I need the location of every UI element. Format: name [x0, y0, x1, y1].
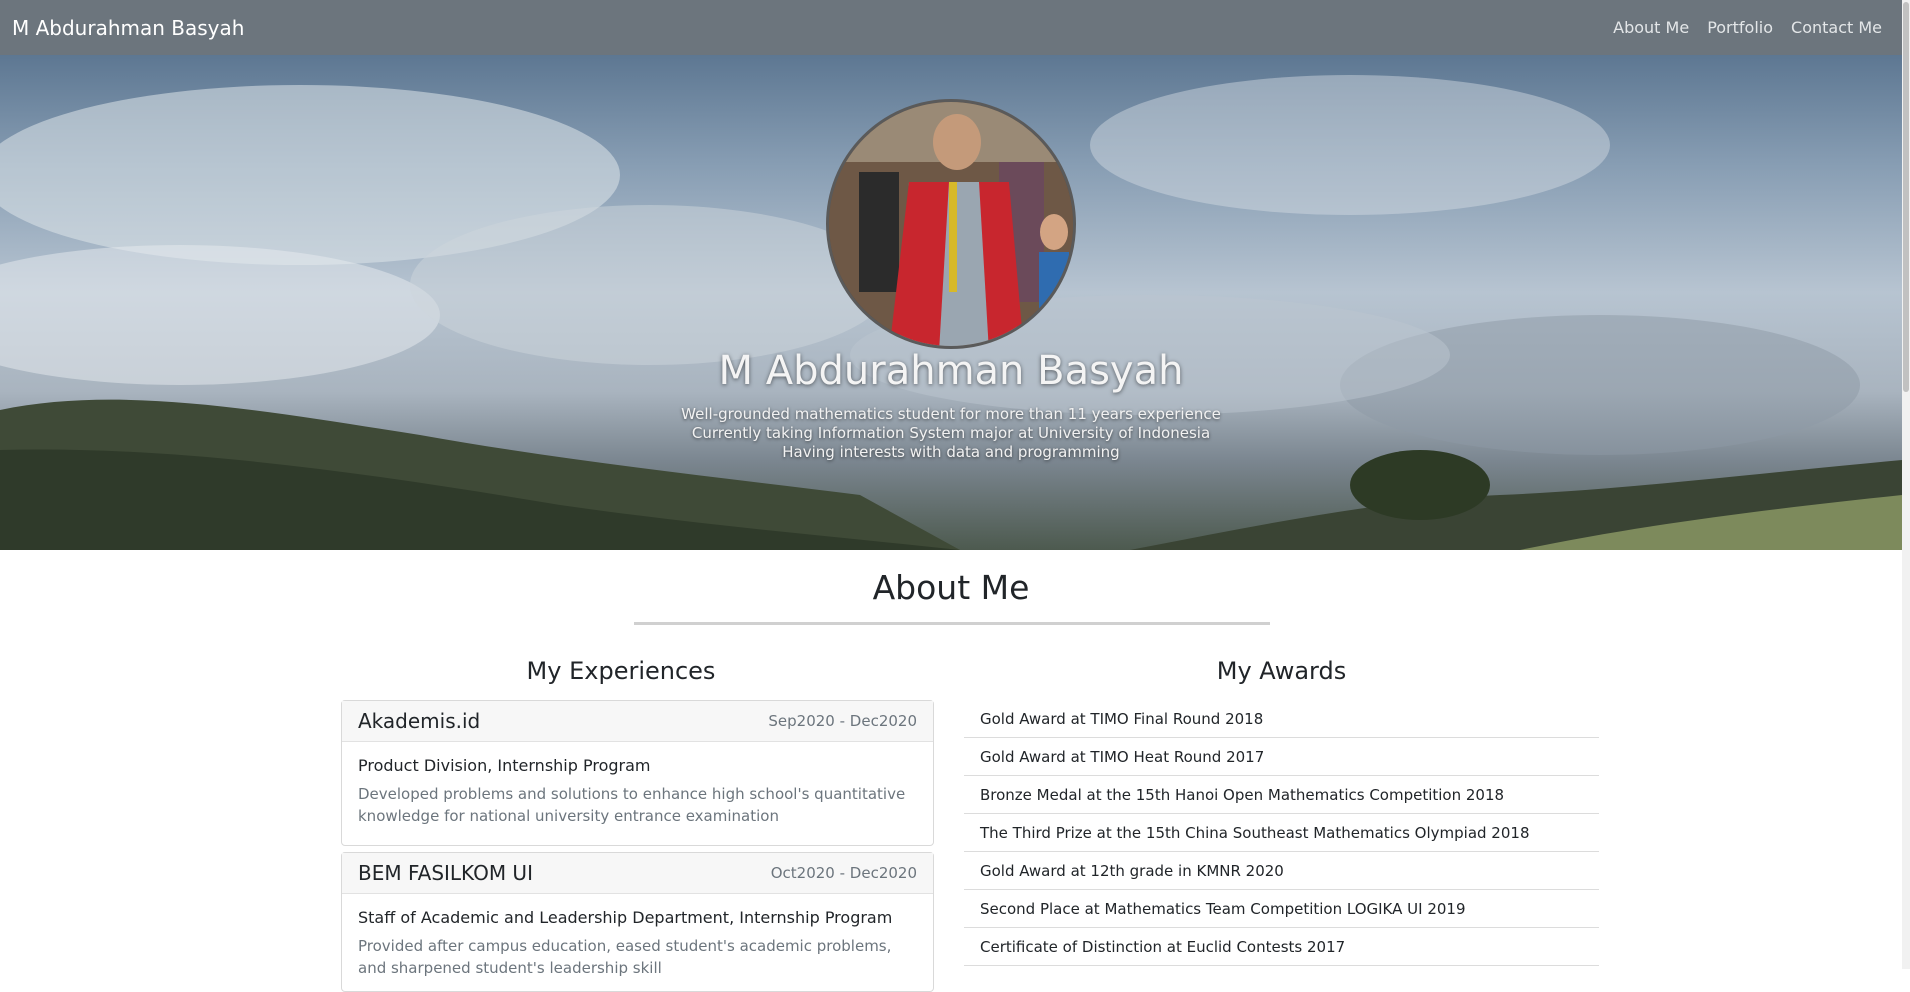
experience-date: Sep2020 - Dec2020	[768, 712, 917, 730]
award-item: Certificate of Distinction at Euclid Con…	[964, 928, 1599, 966]
experience-description: Developed problems and solutions to enha…	[358, 785, 906, 825]
award-item: Gold Award at 12th grade in KMNR 2020	[964, 852, 1599, 890]
experience-card-header: BEM FASILKOM UI Oct2020 - Dec2020	[342, 853, 933, 894]
experience-role: Staff of Academic and Leadership Departm…	[358, 908, 893, 927]
hero-tagline-2: Currently taking Information System majo…	[691, 424, 1211, 442]
nav-link-about-me[interactable]: About Me	[1613, 18, 1689, 37]
experience-role: Product Division, Internship Program	[358, 756, 651, 775]
nav-link-contact-me[interactable]: Contact Me	[1791, 18, 1882, 37]
awards-list: Gold Award at TIMO Final Round 2018 Gold…	[964, 700, 1599, 966]
nav-links: About Me Portfolio Contact Me	[1613, 18, 1882, 37]
profile-photo	[829, 102, 1073, 346]
experience-date: Oct2020 - Dec2020	[770, 864, 917, 882]
award-item: Gold Award at TIMO Final Round 2018	[964, 700, 1599, 738]
hero-name: M Abdurahman Basyah	[718, 348, 1184, 394]
hero-tagline-3: Having interests with data and programmi…	[782, 443, 1120, 461]
awards-heading: My Awards	[1216, 657, 1347, 685]
scrollbar[interactable]	[1902, 0, 1910, 969]
experience-card-body: Product Division, Internship Program Dev…	[342, 742, 933, 839]
scrollbar-thumb[interactable]	[1903, 2, 1909, 392]
experience-card: BEM FASILKOM UI Oct2020 - Dec2020 Staff …	[341, 852, 934, 992]
award-item: The Third Prize at the 15th China Southe…	[964, 814, 1599, 852]
experience-org: BEM FASILKOM UI	[358, 861, 533, 885]
experience-card: Akademis.id Sep2020 - Dec2020 Product Di…	[341, 700, 934, 846]
navbar: M Abdurahman Basyah About Me Portfolio C…	[0, 0, 1910, 55]
profile-avatar	[826, 99, 1076, 349]
award-item: Bronze Medal at the 15th Hanoi Open Math…	[964, 776, 1599, 814]
about-section-title: About Me	[872, 568, 1030, 607]
nav-link-portfolio[interactable]: Portfolio	[1707, 18, 1773, 37]
section-divider	[634, 622, 1270, 625]
experiences-heading: My Experiences	[526, 657, 716, 685]
award-item: Gold Award at TIMO Heat Round 2017	[964, 738, 1599, 776]
experience-card-header: Akademis.id Sep2020 - Dec2020	[342, 701, 933, 742]
award-item: Second Place at Mathematics Team Competi…	[964, 890, 1599, 928]
navbar-brand[interactable]: M Abdurahman Basyah	[12, 16, 244, 40]
hero-tagline-1: Well-grounded mathematics student for mo…	[681, 405, 1221, 423]
hero-banner: M Abdurahman Basyah Well-grounded mathem…	[0, 55, 1902, 550]
experience-org: Akademis.id	[358, 709, 481, 733]
experience-description: Provided after campus education, eased s…	[358, 937, 892, 977]
experience-card-body: Staff of Academic and Leadership Departm…	[342, 894, 933, 991]
